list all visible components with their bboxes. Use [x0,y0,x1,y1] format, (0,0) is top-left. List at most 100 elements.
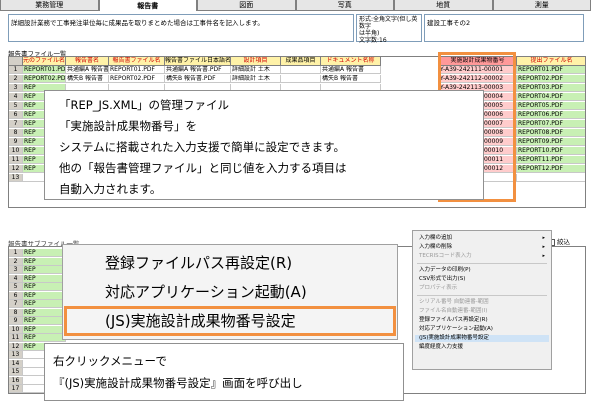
row-number: 9 [9,317,23,325]
table-cell[interactable]: 共通編A 報告書.PDF [165,66,231,74]
table-cell[interactable]: REP [23,308,66,317]
row-number: 10 [9,325,23,334]
context-menu-item[interactable]: 編度経度入力支援 [419,344,463,351]
table-cell[interactable]: 構失B 報告書 [66,75,109,83]
row-number: 16 [9,376,23,385]
table-cell[interactable]: REP [23,334,66,342]
callout-line: 自動入力されます。 [59,182,162,196]
note-text: 詳細設計業務で工事発注単位毎に成果品を取りまとめた場合は工事件名を記入します。 [8,14,354,42]
table-cell[interactable]: REPORT01.PDF [23,66,66,74]
row-number: 12 [9,342,23,351]
callout-line: 「REP_JS.XML」の管理ファイル [59,98,229,112]
menu-separator [417,263,547,264]
tab-photo[interactable]: 写真 [295,0,394,11]
context-menu-item[interactable]: 入力欄の追加 [419,235,452,242]
table-cell: 13 [9,174,23,182]
table-cell[interactable]: REPORT07.PDF [517,120,585,128]
table-cell[interactable]: 共通編A 報告書 [66,66,109,74]
tab-drawing[interactable]: 図面 [197,0,296,11]
table-cell[interactable]: REP [23,257,66,266]
context-menu-item[interactable]: 対応アプリケーション起動(A) [419,326,493,333]
table-cell[interactable]: REP [23,249,66,257]
table-cell[interactable] [281,66,321,74]
table-cell[interactable] [281,75,321,83]
callout-explanation: 「REP_JS.XML」の管理ファイル 「実施設計成果物番号」を システムに搭載… [44,90,484,200]
table-cell[interactable]: REP [23,317,66,325]
tab-report[interactable]: 報告書 [98,0,197,11]
context-menu-item[interactable]: 入力欄の削除 [419,244,452,251]
menu-separator [417,295,547,296]
table-cell: 11 [9,156,23,164]
tab-business[interactable]: 業務管理 [0,0,99,11]
table-cell[interactable]: REPORT09.PDF [517,138,585,146]
callout-line: 右クリックメニューで [53,354,167,368]
context-menu-item[interactable]: ファイル名自動連番-範囲(I) [419,308,487,315]
header-original-file: 元のファイル名 [23,57,66,66]
tab-geology[interactable]: 地質 [394,0,493,11]
table-cell[interactable] [517,174,585,182]
table-cell[interactable]: REP [23,291,66,300]
format-hint: 形式:全角文字(但し英数字 は半角) 文字数:16 [356,14,422,44]
table-cell[interactable]: REPORT12.PDF [517,165,585,173]
context-menu-item[interactable]: シリアル番号 自動連番-範囲 [419,299,489,306]
callout-right-click: 右クリックメニューで 『(JS)実施設計成果物番号設定』画面を呼び出し [44,343,404,401]
format-line: は半角) [359,30,380,37]
table-cell[interactable]: REPORT05.PDF [517,102,585,110]
row-number: 1 [9,249,23,257]
table-cell: 8 [9,129,23,137]
construction-name-field[interactable]: 建設工事その2 [424,14,584,42]
table-cell[interactable]: REPORT06.PDF [517,111,585,119]
table-cell[interactable]: REP [23,300,66,308]
tab-survey[interactable]: 測量 [492,0,591,11]
row-number: 14 [9,359,23,368]
row-number: 17 [9,385,23,393]
callout-line: システムに搭載された入力支援で簡単に設定できます。 [59,140,346,154]
table-cell[interactable]: REPORT01.PDF [517,66,585,74]
table-cell[interactable]: REPORT02.PDF [109,75,165,83]
callout-line: 他の「報告書管理ファイル」と同じ値を入力する項目は [59,161,347,175]
menu-item-repath[interactable]: 登録ファイルパス再設定(R) [105,253,292,273]
table-cell[interactable]: REPORT04.PDF [517,93,585,101]
table-cell[interactable]: REPORT11.PDF [517,156,585,164]
table-cell[interactable]: REPORT02.PDF [23,75,66,83]
header-report-file: 報告書ファイル名 [109,57,165,66]
row-number: 8 [9,308,23,317]
table-cell[interactable]: REP [23,283,66,291]
table-cell: 1 [9,66,23,74]
table-cell[interactable]: 共通編A 報告書 [321,66,381,74]
context-menu-item[interactable]: 登録ファイルパス再設定(R) [419,317,488,324]
context-menu-item[interactable]: CSV形式で出力(S) [419,276,465,283]
row-number: 13 [9,351,23,359]
table-cell[interactable]: REPORT08.PDF [517,129,585,137]
submenu-arrow-icon: ▸ [542,235,545,241]
menu-item-launch-app[interactable]: 対応アプリケーション起動(A) [105,282,307,302]
table-cell[interactable]: REP [23,266,66,274]
table-cell[interactable]: 詳細設計 土木 [231,75,281,83]
table-cell[interactable]: REPORT01.PDF [109,66,165,74]
checkbox-label: 絞込 [557,238,570,246]
table-cell[interactable]: 詳細設計 土木 [231,66,281,74]
table-cell: 10 [9,147,23,155]
context-menu-item[interactable]: プロパティ表示 [419,285,457,292]
context-menu-item[interactable]: (JS)実施設計成果物番号設定 [415,335,549,342]
table-cell[interactable]: REP [23,325,66,334]
header-submit-file: 提出ファイル名 [517,57,585,66]
context-menu: 入力欄の追加 ▸ 入力欄の削除 ▸ TECRISコード表入力 ▸ 入力データの印刷(P) CS… [412,230,552,370]
highlight-js-menu-item [64,306,396,336]
row-number: 2 [9,257,23,266]
context-menu-item[interactable]: 入力データの印刷(P) [419,267,471,274]
table-cell: 4 [9,93,23,101]
row-number: 5 [9,283,23,291]
table-cell[interactable]: REPORT03.PDF [517,84,585,92]
header-report-jp-name: 報告書ファイル日本語名 [165,57,231,66]
table-cell[interactable]: 構失B 報告書 [321,75,381,83]
table-cell[interactable]: REPORT02.PDF [517,75,585,83]
table-cell[interactable]: REPORT10.PDF [517,147,585,155]
table-cell[interactable]: 構失B 報告書.PDF [165,75,231,83]
context-menu-item[interactable]: TECRISコード表入力 [419,253,472,260]
table-cell[interactable]: REP [23,274,66,283]
header-design-item: 設計項目 [231,57,281,66]
callout-line: 『(JS)実施設計成果物番号設定』画面を呼び出し [53,376,303,390]
table-cell: 3 [9,84,23,92]
row-number: 7 [9,300,23,308]
